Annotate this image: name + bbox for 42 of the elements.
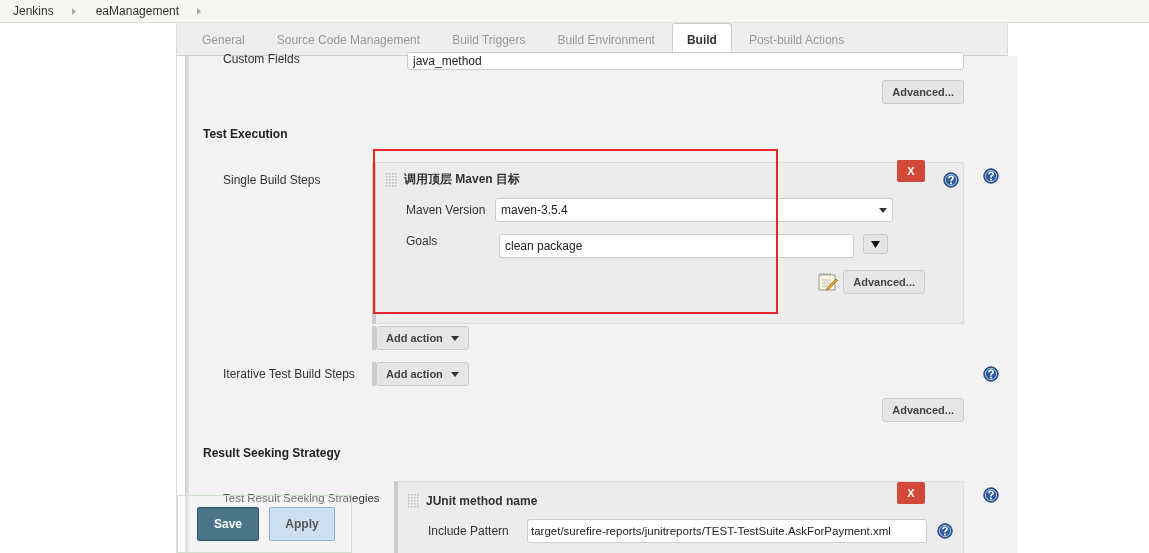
step-title: 调用顶层 Maven 目标 [404, 171, 520, 188]
delete-button[interactable]: X [897, 482, 925, 504]
caret-icon [879, 207, 887, 213]
section-heading: Result Seeking Strategy [203, 446, 342, 460]
section-heading: Test Execution [203, 127, 289, 141]
caret-icon [450, 335, 459, 341]
expand-button[interactable] [863, 234, 888, 254]
goals-input[interactable]: clean package [499, 234, 854, 258]
chevron-icon [197, 7, 202, 15]
chevron-icon [71, 7, 76, 15]
field-label: Test Result Seeking Strategies [222, 491, 381, 504]
caret-icon [450, 371, 459, 377]
notepad-icon[interactable] [818, 272, 839, 292]
drag-handle-icon[interactable] [386, 171, 398, 188]
breadcrumb-link[interactable]: Jenkins [13, 4, 54, 18]
maven-version-select[interactable]: maven-3.5.4 [495, 198, 893, 222]
field-label: Custom Fields [222, 52, 301, 66]
advanced-button[interactable]: Advanced... [882, 80, 964, 104]
help-icon[interactable] [983, 366, 999, 382]
drag-handle-icon[interactable] [408, 493, 420, 509]
field-label: Iterative Test Build Steps [222, 367, 356, 381]
breadcrumb-link[interactable]: eaManagement [95, 4, 180, 18]
help-icon[interactable] [937, 523, 953, 539]
step-title: JUnit method name [426, 494, 538, 508]
custom-fields-input[interactable]: java_method [407, 52, 964, 70]
help-icon[interactable] [983, 487, 999, 503]
apply-button[interactable]: Apply [269, 507, 335, 541]
tab[interactable]: Build [671, 23, 732, 55]
delete-button[interactable]: X [897, 160, 925, 182]
include-pattern-input[interactable]: target/surefire-reports/junitreports/TEST-TestSuite.AskForPayment.xml [527, 519, 927, 543]
advanced-button[interactable]: Advanced... [843, 270, 925, 294]
advanced-button[interactable]: Advanced... [882, 398, 964, 422]
add-action-button[interactable]: Add action [376, 362, 469, 386]
help-icon[interactable] [943, 172, 959, 188]
add-action-button[interactable]: Add action [376, 326, 469, 350]
field-label: Maven Version [406, 203, 487, 217]
help-icon[interactable] [983, 168, 999, 184]
field-label: Single Build Steps [222, 172, 322, 187]
down-triangle-icon [871, 240, 880, 248]
field-label: Goals [406, 234, 439, 248]
save-button[interactable]: Save [197, 507, 259, 541]
field-label: Include Pattern [428, 524, 510, 538]
